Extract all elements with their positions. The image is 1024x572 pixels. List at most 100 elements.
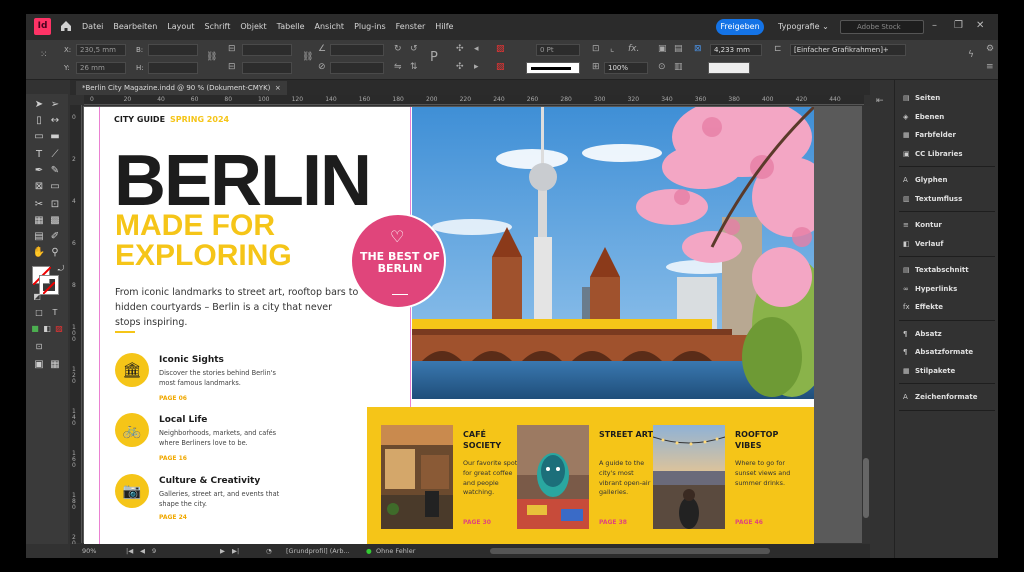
x-position-field[interactable]: 230,5 mm: [76, 44, 126, 56]
constrain-icon[interactable]: ⛓: [302, 52, 313, 62]
swap-colors-icon[interactable]: ⤾: [54, 262, 68, 276]
dimension-field[interactable]: 4,233 mm: [710, 44, 762, 56]
rotation-field[interactable]: [330, 44, 384, 56]
preflight-status[interactable]: Ohne Fehler: [376, 547, 415, 555]
line-tool-icon[interactable]: ⟋: [48, 148, 62, 162]
rotate-angle-icon[interactable]: ∠: [318, 44, 326, 54]
default-colors-icon[interactable]: ◩: [30, 290, 44, 304]
selection-tool-icon[interactable]: ➤: [32, 98, 46, 112]
content-placer-icon[interactable]: ▬: [48, 130, 62, 144]
prev-page-icon[interactable]: ◀: [140, 547, 145, 555]
scroll-thumb[interactable]: [863, 458, 869, 518]
pencil-tool-icon[interactable]: ✎: [48, 164, 62, 178]
swatch-box[interactable]: [708, 62, 750, 74]
minimize-icon[interactable]: –: [932, 20, 937, 31]
panel-item-cc-libraries[interactable]: ▣ CC Libraries: [903, 150, 963, 158]
menu-plugins[interactable]: Plug-ins: [354, 22, 386, 31]
text-wrap-icon[interactable]: ▣: [658, 44, 667, 54]
panel-item-verlauf[interactable]: ◧ Verlauf: [903, 240, 943, 248]
type-tool-icon[interactable]: T: [32, 148, 46, 162]
panel-item-hyperlinks[interactable]: ∞ Hyperlinks: [903, 285, 957, 293]
width-field[interactable]: [148, 44, 198, 56]
card-rooftop[interactable]: ROOFTOP VIBES Where to go for sunset vie…: [653, 425, 790, 535]
fitting-icon[interactable]: ⊡: [592, 44, 600, 54]
note-tool-icon[interactable]: ▤: [32, 230, 46, 244]
opacity-field[interactable]: 100%: [604, 62, 648, 74]
panel-item-textabschnitt[interactable]: ▤ Textabschnitt: [903, 266, 969, 274]
share-button[interactable]: Freigeben: [716, 19, 764, 35]
shear-angle-icon[interactable]: ⊘: [318, 62, 326, 72]
page-number-field[interactable]: 9: [152, 547, 156, 555]
screen-mode-icon[interactable]: ⊡: [32, 340, 46, 354]
align-icon[interactable]: ⊙: [658, 62, 666, 72]
menu-ansicht[interactable]: Ansicht: [315, 22, 345, 31]
best-of-badge[interactable]: ♡ THE BEST OF BERLIN: [350, 213, 446, 309]
panel-item-textumfluss[interactable]: ▥ Textumfluss: [903, 195, 962, 203]
menu-hilfe[interactable]: Hilfe: [435, 22, 453, 31]
panel-menu-icon[interactable]: ≡: [986, 62, 994, 72]
shear-field[interactable]: [330, 62, 384, 74]
panel-item-ebenen[interactable]: ◈ Ebenen: [903, 113, 944, 121]
first-page-icon[interactable]: |◀: [126, 547, 133, 555]
pen-tool-icon[interactable]: ✒: [32, 164, 46, 178]
text-wrap-2-icon[interactable]: ▤: [674, 44, 683, 54]
card-street-art[interactable]: STREET ART A guide to the city's most vi…: [517, 425, 653, 535]
prev-object-icon[interactable]: ◂: [474, 44, 479, 54]
berlin-photo[interactable]: [412, 107, 814, 399]
link-proportions-icon[interactable]: ⛓: [206, 52, 217, 62]
rectangle-tool-icon[interactable]: ▭: [48, 180, 62, 194]
rotate-cw-icon[interactable]: ↻: [394, 44, 402, 54]
flip-vertical-icon[interactable]: ⇅: [410, 62, 418, 72]
reference-point-icon[interactable]: ⁙: [40, 50, 48, 60]
gear-icon[interactable]: ⚙: [986, 44, 994, 54]
stock-search-input[interactable]: Adobe Stock: [840, 20, 924, 34]
panel-item-kontur[interactable]: ≡ Kontur: [903, 221, 942, 229]
gradient-tool-icon[interactable]: ▦: [32, 214, 46, 228]
preflight-profile[interactable]: [Grundprofil] (Arb...: [286, 547, 350, 555]
height-field[interactable]: [148, 62, 198, 74]
normal-mode-icon[interactable]: ▦: [48, 358, 62, 372]
panel-item-glyphen[interactable]: A Glyphen: [903, 176, 947, 184]
horizontal-scrollbar[interactable]: [490, 548, 770, 554]
rotate-ccw-icon[interactable]: ↺: [410, 44, 418, 54]
content-collector-icon[interactable]: ▭: [32, 130, 46, 144]
panel-item-absatzformate[interactable]: ¶ Absatzformate: [903, 348, 973, 356]
zoom-level[interactable]: 90%: [82, 547, 96, 555]
scale-x-icon[interactable]: ⊟: [228, 44, 236, 54]
collapse-panels-icon[interactable]: ⇤: [876, 96, 884, 106]
menu-datei[interactable]: Datei: [82, 22, 103, 31]
stroke-weight-field[interactable]: 0 Pt: [536, 44, 580, 56]
direct-selection-tool-icon[interactable]: ➢: [48, 98, 62, 112]
panel-item-absatz[interactable]: ¶ Absatz: [903, 330, 942, 338]
vertical-scrollbar[interactable]: [862, 106, 870, 543]
menu-objekt[interactable]: Objekt: [240, 22, 266, 31]
panel-item-effekte[interactable]: fx Effekte: [903, 303, 943, 311]
hand-tool-icon[interactable]: ✋: [32, 246, 46, 260]
flip-horizontal-icon[interactable]: ⇋: [394, 62, 402, 72]
panel-item-seiten[interactable]: ▤ Seiten: [903, 94, 940, 102]
scale-y-field[interactable]: [242, 62, 292, 74]
last-page-icon[interactable]: ▶|: [232, 547, 239, 555]
apply-none-icon[interactable]: ▨: [52, 322, 66, 336]
stroke-type-dropdown[interactable]: [526, 62, 580, 74]
lightning-icon[interactable]: ϟ: [968, 50, 974, 60]
panel-item-stilpakete[interactable]: ▦ Stilpakete: [903, 367, 955, 375]
restore-icon[interactable]: ❐: [954, 20, 963, 31]
workspace-switcher[interactable]: Typografie ⌄: [778, 22, 829, 31]
gradient-feather-tool-icon[interactable]: ▩: [48, 214, 62, 228]
document-tab[interactable]: *Berlin City Magazine.indd @ 90 % (Dokum…: [76, 81, 287, 95]
tab-close-icon[interactable]: ×: [275, 84, 281, 92]
menu-fenster[interactable]: Fenster: [396, 22, 426, 31]
object-style-dropdown[interactable]: [Einfacher Grafikrahmen]+: [790, 44, 906, 56]
select-content-icon[interactable]: ✣: [456, 62, 464, 72]
gap-tool-icon[interactable]: ↔: [48, 114, 62, 128]
menu-schrift[interactable]: Schrift: [205, 22, 231, 31]
container-format-icon[interactable]: □: [32, 306, 46, 320]
corner-icon[interactable]: ⌞: [610, 44, 614, 54]
scale-y-icon[interactable]: ⊟: [228, 62, 236, 72]
fx-icon[interactable]: fx.: [628, 44, 639, 54]
menu-tabelle[interactable]: Tabelle: [277, 22, 305, 31]
page-tool-icon[interactable]: ▯: [32, 114, 46, 128]
highlights-box[interactable]: CAFÉ SOCIETY Our favorite spots for grea…: [367, 407, 814, 544]
card-cafe[interactable]: CAFÉ SOCIETY Our favorite spots for grea…: [381, 425, 521, 535]
